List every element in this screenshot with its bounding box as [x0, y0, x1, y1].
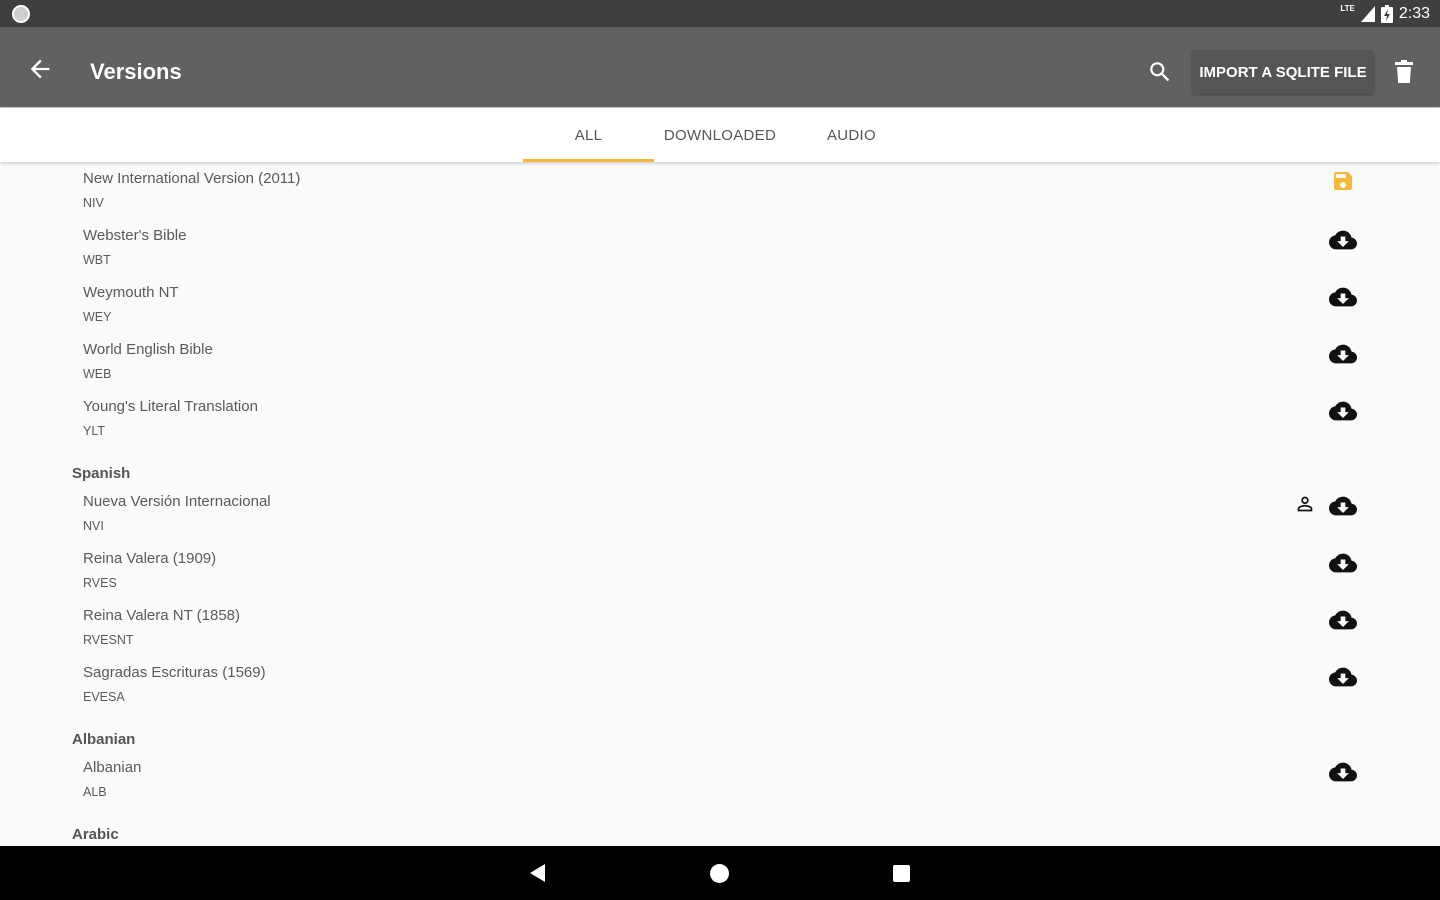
list-item[interactable]: New International Version (2011) NIV — [0, 162, 1440, 219]
back-arrow-icon[interactable] — [26, 55, 54, 83]
version-name: Reina Valera (1909) — [83, 550, 217, 567]
version-name: Nueva Versión Internacional — [83, 493, 271, 510]
status-icons: LTE 2:33 — [1340, 3, 1430, 25]
notification-icon — [12, 5, 30, 23]
version-name: Weymouth NT — [83, 284, 179, 301]
tab-bar: ALL DOWNLOADED AUDIO — [0, 108, 1440, 162]
cloud-download-icon[interactable] — [1329, 397, 1357, 425]
version-abbr: RVES — [83, 576, 117, 590]
list-item[interactable]: Reina Valera (1909) RVES — [0, 542, 1440, 599]
version-name: World English Bible — [83, 341, 213, 358]
list-item[interactable]: Weymouth NT WEY — [0, 276, 1440, 333]
system-nav-bar — [0, 846, 1440, 900]
nav-back-icon[interactable] — [528, 863, 548, 883]
list-item[interactable]: Nueva Versión Internacional NVI — [0, 485, 1440, 542]
version-abbr: NVI — [83, 519, 104, 533]
cloud-download-icon[interactable] — [1329, 340, 1357, 368]
search-icon[interactable] — [1147, 59, 1173, 85]
version-abbr: RVESNT — [83, 633, 134, 647]
list-item[interactable]: World English Bible WEB — [0, 333, 1440, 390]
trash-icon[interactable] — [1392, 59, 1416, 85]
version-name: Reina Valera NT (1858) — [83, 607, 241, 624]
nav-home-icon[interactable] — [710, 864, 729, 883]
import-sqlite-button[interactable]: IMPORT A SQLITE FILE — [1192, 50, 1374, 94]
version-abbr: NIV — [83, 196, 104, 210]
group-header-albanian: Albanian — [72, 731, 136, 748]
cloud-download-icon[interactable] — [1329, 283, 1357, 311]
version-name: Webster's Bible — [83, 227, 187, 244]
cloud-download-icon[interactable] — [1329, 226, 1357, 254]
list-item[interactable]: Albanian ALB — [0, 751, 1440, 808]
version-abbr: ALB — [83, 785, 107, 799]
cloud-download-icon[interactable] — [1329, 606, 1357, 634]
lte-label: LTE — [1340, 4, 1355, 13]
cloud-download-icon[interactable] — [1329, 549, 1357, 577]
app-bar: Versions IMPORT A SQLITE FILE — [0, 27, 1440, 107]
version-name: Young's Literal Translation — [83, 398, 258, 415]
tab-downloaded[interactable]: DOWNLOADED — [654, 108, 786, 162]
save-icon[interactable] — [1331, 169, 1355, 193]
person-icon[interactable] — [1294, 493, 1316, 515]
version-name: Sagradas Escrituras (1569) — [83, 664, 266, 681]
version-abbr: WEY — [83, 310, 112, 324]
status-bar: LTE 2:33 — [0, 0, 1440, 27]
list-item[interactable]: Reina Valera NT (1858) RVESNT — [0, 599, 1440, 656]
cloud-download-icon[interactable] — [1329, 492, 1357, 520]
version-abbr: WBT — [83, 253, 111, 267]
version-abbr: WEB — [83, 367, 112, 381]
version-abbr: YLT — [83, 424, 105, 438]
nav-recents-icon[interactable] — [893, 865, 910, 882]
tab-all[interactable]: ALL — [523, 108, 654, 162]
clock: 2:33 — [1398, 5, 1430, 22]
versions-list: New International Version (2011) NIV Web… — [0, 162, 1440, 846]
page-title: Versions — [90, 59, 182, 84]
cloud-download-icon[interactable] — [1329, 758, 1357, 786]
list-item[interactable]: Webster's Bible WBT — [0, 219, 1440, 276]
group-header-spanish: Spanish — [72, 465, 131, 482]
group-header-arabic: Arabic — [72, 826, 119, 843]
version-name: New International Version (2011) — [83, 170, 301, 187]
cloud-download-icon[interactable] — [1329, 663, 1357, 691]
battery-charging-icon — [1380, 5, 1393, 23]
list-item[interactable]: Young's Literal Translation YLT — [0, 390, 1440, 447]
version-abbr: EVESA — [83, 690, 125, 704]
list-item[interactable]: Sagradas Escrituras (1569) EVESA — [0, 656, 1440, 713]
signal-icon — [1360, 6, 1375, 22]
version-name: Albanian — [83, 759, 142, 776]
tab-audio[interactable]: AUDIO — [786, 108, 917, 162]
